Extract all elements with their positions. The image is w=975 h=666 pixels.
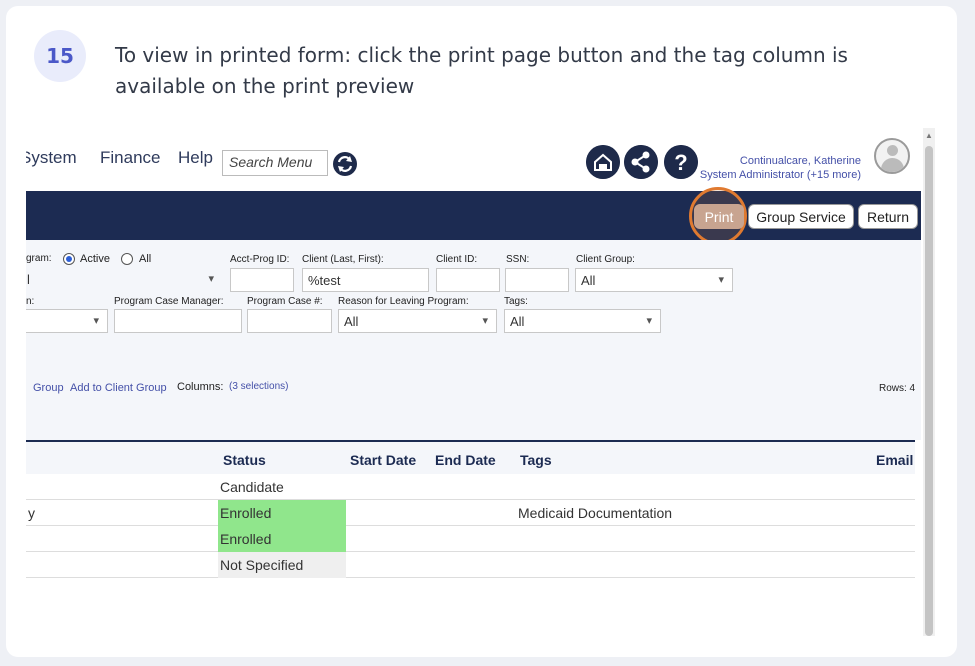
ssn-field[interactable] (505, 268, 569, 292)
row-lead-cell (26, 552, 30, 578)
row2-label: n: (26, 296, 35, 307)
table-header: Status Start Date End Date Tags Email (26, 440, 915, 474)
group-service-button[interactable]: Group Service (748, 204, 854, 229)
table-row[interactable]: y Enrolled Medicaid Documentation (26, 500, 915, 526)
reason-select[interactable]: All (338, 309, 497, 333)
case-num-label: Program Case #: (247, 296, 323, 307)
tags-select[interactable]: All (504, 309, 661, 333)
acct-prog-label: Acct-Prog ID: (230, 254, 290, 265)
case-num-field[interactable] (247, 309, 332, 333)
active-radio[interactable] (63, 253, 75, 265)
client-group-label: Client Group: (576, 254, 635, 265)
step-card: 15 To view in printed form: click the pr… (6, 6, 957, 657)
tags-cell (516, 474, 520, 500)
group-link[interactable]: Group (33, 382, 64, 394)
step-number-badge: 15 (34, 30, 86, 82)
status-cell: Enrolled (218, 500, 346, 526)
column-header-end-date[interactable]: End Date (435, 452, 496, 468)
program-label: gram: (26, 253, 52, 264)
column-header-tags[interactable]: Tags (520, 452, 552, 468)
menu-item-help[interactable]: Help (178, 148, 213, 168)
rows-count: Rows: 4 (879, 383, 916, 394)
tags-label: Tags: (504, 296, 528, 307)
acct-prog-field[interactable] (230, 268, 294, 292)
results-table: Status Start Date End Date Tags Email Ca… (26, 440, 921, 636)
client-label: Client (Last, First): (302, 254, 384, 265)
column-header-status[interactable]: Status (223, 452, 266, 468)
case-manager-field[interactable] (114, 309, 242, 333)
active-radio-label: Active (80, 253, 110, 265)
case-manager-label: Program Case Manager: (114, 296, 224, 307)
columns-selection-link[interactable]: (3 selections) (229, 381, 288, 392)
scrollbar-thumb[interactable] (925, 146, 933, 636)
top-menu-bar: System Finance Help Search Menu (26, 128, 921, 187)
search-menu-input[interactable]: Search Menu (222, 150, 328, 176)
home-icon[interactable] (586, 145, 620, 179)
user-info[interactable]: Continualcare, Katherine System Administ… (700, 154, 861, 182)
columns-label: Columns: (177, 381, 224, 393)
table-row[interactable]: Enrolled (26, 526, 915, 552)
add-client-group-link[interactable]: Add to Client Group (70, 382, 167, 394)
svg-text:?: ? (674, 150, 687, 175)
status-cell: Candidate (220, 479, 284, 495)
status-cell: Enrolled (218, 526, 346, 552)
all-radio[interactable] (121, 253, 133, 265)
tags-cell (516, 552, 520, 578)
row2-select[interactable] (26, 309, 108, 333)
user-role: System Administrator (+15 more) (699, 169, 861, 181)
step-instruction: To view in printed form: click the print… (115, 43, 848, 98)
reason-label: Reason for Leaving Program: (338, 296, 469, 307)
column-header-email[interactable]: Email (876, 452, 913, 468)
row-lead-cell: y (28, 505, 35, 521)
return-button[interactable]: Return (858, 204, 918, 229)
program-select[interactable]: l (26, 268, 222, 292)
table-row[interactable]: Not Specified (26, 552, 915, 578)
tags-cell: Medicaid Documentation (518, 505, 673, 521)
refresh-icon[interactable] (332, 151, 358, 177)
user-name: Continualcare, Katherine (739, 155, 861, 167)
print-button[interactable]: Print (694, 204, 744, 229)
vertical-scrollbar[interactable]: ▲ (923, 128, 935, 636)
scroll-up-icon[interactable]: ▲ (925, 131, 933, 140)
avatar[interactable] (874, 138, 910, 174)
ssn-label: SSN: (506, 254, 530, 265)
client-id-label: Client ID: (436, 254, 478, 265)
filter-panel: gram: Active All l Acct-Prog ID: Client … (26, 240, 921, 440)
row-lead-cell (26, 474, 30, 500)
table-row[interactable]: Candidate (26, 474, 915, 500)
help-icon[interactable]: ? (664, 145, 698, 179)
client-name-field[interactable]: %test (302, 268, 429, 292)
tags-cell (516, 526, 520, 552)
menu-item-finance[interactable]: Finance (100, 148, 160, 168)
client-group-select[interactable]: All (575, 268, 733, 292)
app-screenshot: System Finance Help Search Menu (26, 128, 935, 636)
share-icon[interactable] (624, 145, 658, 179)
column-header-start-date[interactable]: Start Date (350, 452, 416, 468)
status-cell: Not Specified (218, 552, 346, 578)
menu-item-system[interactable]: System (26, 148, 77, 168)
row-lead-cell (26, 526, 30, 552)
all-radio-label: All (139, 253, 152, 265)
client-id-field[interactable] (436, 268, 500, 292)
